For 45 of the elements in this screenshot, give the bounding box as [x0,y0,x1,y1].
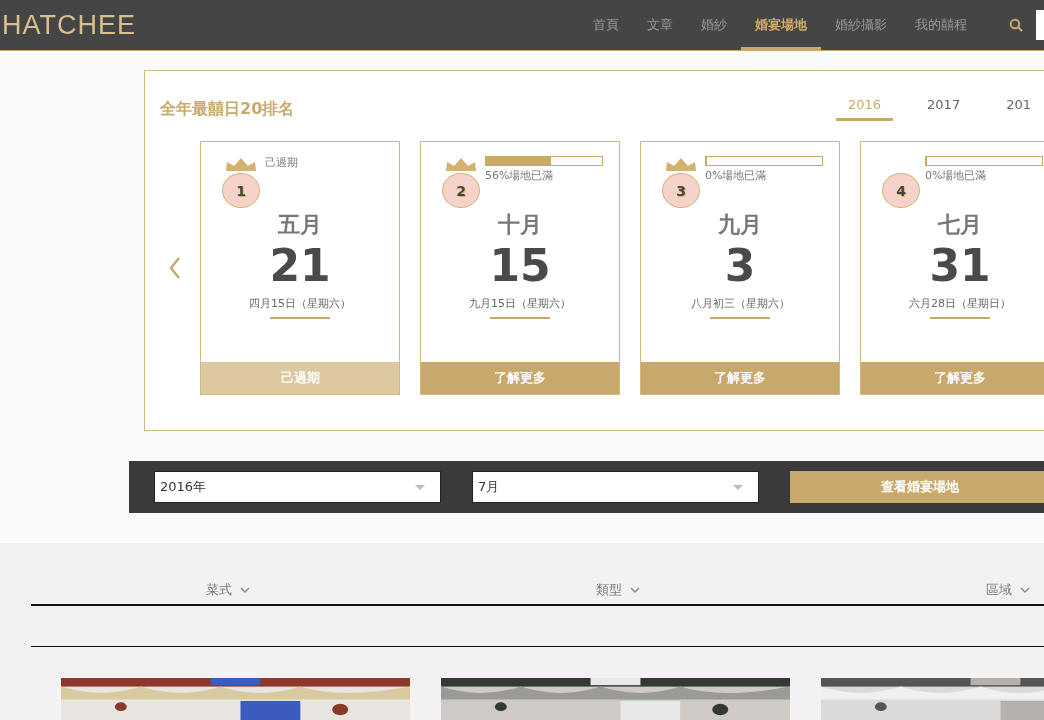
chevron-down-icon [1020,587,1030,593]
lunar-date: 六月28日（星期日） [909,296,1011,311]
more-button[interactable]: 了解更多 [861,362,1044,394]
chevron-down-icon [630,587,640,593]
nav-link[interactable]: 文章 [633,0,687,50]
month-label: 五月 [278,211,322,239]
lunar-date: 四月15日（星期六） [249,296,351,311]
search-venue-button[interactable]: 查看婚宴場地 [790,471,1044,503]
lunar-date: 九月15日（星期六） [469,296,571,311]
status-label: 0%場地已滿 [925,169,988,183]
more-button[interactable]: 了解更多 [421,362,619,394]
rank-badge: 4 [882,173,920,208]
month-label: 十月 [498,211,542,239]
search-field[interactable] [1036,10,1044,40]
nav-link[interactable]: 婚紗攝影 [821,0,901,50]
nav-link[interactable]: 婚紗 [687,0,741,50]
chevron-down-icon [240,587,250,593]
day-number: 31 [929,240,991,292]
status-label: 0%場地已滿 [705,169,768,183]
day-number: 21 [269,240,331,292]
year-select[interactable]: 2016年 [154,471,441,503]
day-number: 3 [724,240,756,292]
nav-link[interactable]: 首頁 [579,0,633,50]
nav-link[interactable]: 我的囍程 [901,0,981,50]
status-label: 己過期 [265,156,298,170]
search-icon[interactable] [1009,18,1023,32]
status-label: 56%場地已滿 [485,169,555,183]
lunar-date: 八月初三（星期六） [690,296,790,311]
year-tab[interactable]: 2017 [915,97,973,121]
year-tab[interactable]: 2016 [836,97,894,121]
month-select[interactable]: 7月 [472,471,759,503]
more-button[interactable]: 了解更多 [641,362,839,394]
filter-dropdown[interactable]: 類型 [250,576,640,604]
site-logo[interactable]: HATCHEE [0,9,136,41]
month-label: 九月 [718,211,762,239]
rank-badge: 2 [442,173,480,208]
section-title: 全年最囍日20排名 [160,99,295,120]
day-number: 15 [489,240,551,292]
month-label: 七月 [938,211,982,239]
filter-dropdown[interactable]: 菜式 [31,576,250,604]
rank-badge: 3 [662,173,700,208]
nav-link[interactable]: 婚宴場地 [741,0,821,50]
rank-badge: 1 [222,173,260,208]
filter-dropdown[interactable]: 區域 [640,576,1030,604]
year-tab[interactable]: 201 [994,97,1043,121]
